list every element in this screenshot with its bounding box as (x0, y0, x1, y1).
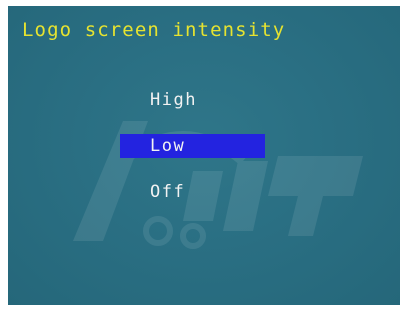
osd-screen: Logo screen intensity High Low Off (8, 6, 400, 305)
menu-item-off[interactable]: Off (120, 180, 265, 204)
menu-item-high[interactable]: High (120, 88, 265, 112)
menu-item-label: Off (150, 182, 186, 202)
menu-item-label: Low (150, 136, 186, 156)
menu-item-low[interactable]: Low (120, 134, 265, 158)
menu-item-label: High (150, 90, 197, 110)
logo-watermark-icon (73, 121, 363, 249)
page-title: Logo screen intensity (22, 19, 286, 41)
monitor-frame: Logo screen intensity High Low Off (0, 0, 407, 311)
